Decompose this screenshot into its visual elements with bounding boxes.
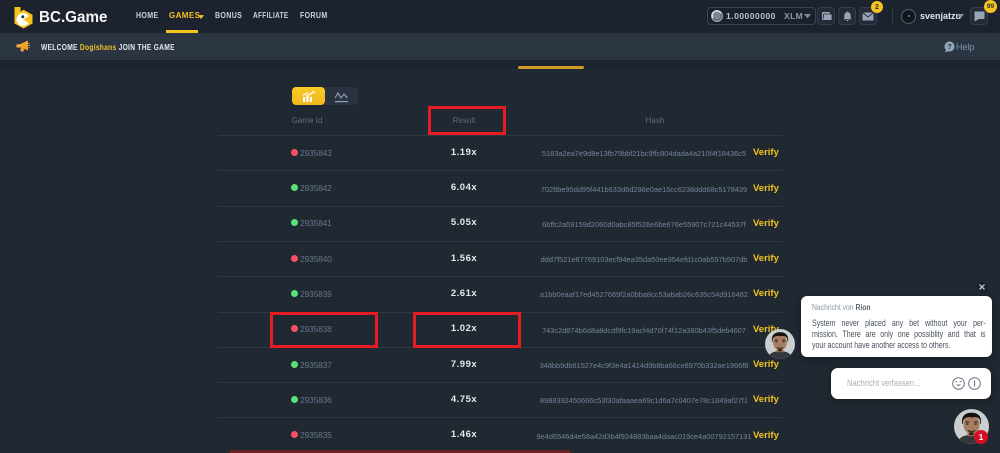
svg-text:?: ?: [947, 42, 952, 51]
